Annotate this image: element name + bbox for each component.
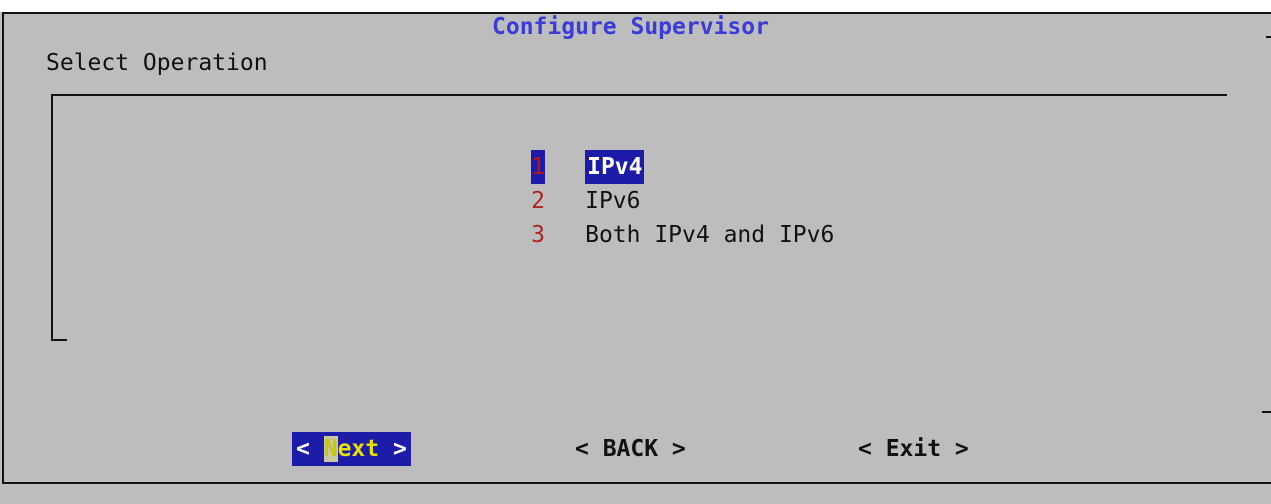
exit-button[interactable]: < Exit > (858, 432, 969, 466)
terminal-screen: Configure Supervisor Select Operation 1I… (0, 0, 1271, 504)
dialog-border-tick (1262, 411, 1271, 413)
next-button-close: > (379, 436, 407, 462)
next-button-open: < (296, 436, 324, 462)
menu-item-label: IPv6 (585, 188, 641, 214)
menu-item-number: 1 (531, 150, 546, 184)
menu-frame-top (51, 94, 1227, 96)
next-button-hotkey: N (323, 436, 338, 462)
menu-item-number: 3 (531, 222, 546, 248)
next-button[interactable]: < Next > (292, 432, 411, 466)
menu-item-number: 2 (531, 188, 546, 214)
back-button[interactable]: < BACK > (575, 432, 686, 466)
dialog-border-top (2, 12, 1271, 14)
menu-frame-left (51, 94, 53, 341)
dialog-subtitle: Select Operation (46, 50, 268, 76)
dialog-border-tick (1266, 36, 1271, 38)
operation-menu: 1 IPv4 2 IPv6 3 Both IPv4 and IPv6 (448, 116, 834, 248)
dialog-border-left (2, 12, 4, 482)
dialog-border-bottom (2, 482, 1271, 484)
menu-item-label: IPv4 (585, 150, 645, 184)
menu-frame-bottom (51, 339, 67, 341)
next-button-rest: ext (337, 436, 380, 462)
menu-item-ipv4[interactable]: 1 IPv4 (448, 116, 834, 184)
menu-item-label: Both IPv4 and IPv6 (585, 222, 835, 248)
